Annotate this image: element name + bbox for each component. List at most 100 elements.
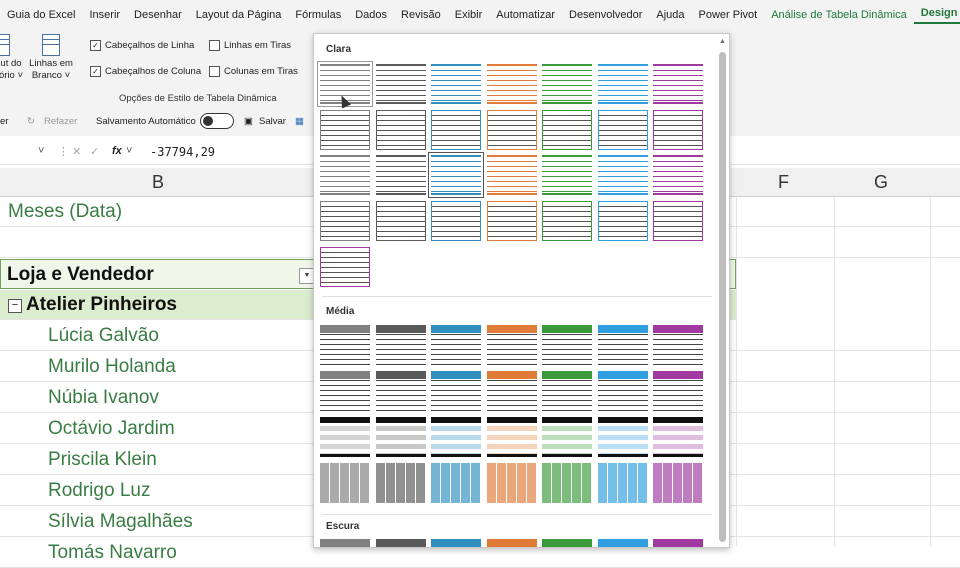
menu-tab[interactable]: Automatizar	[489, 9, 562, 21]
pivot-style-tile[interactable]	[653, 110, 703, 150]
pivot-style-tile[interactable]	[487, 417, 537, 457]
name-box-dropdown-icon[interactable]: ˅	[38, 145, 44, 157]
pivot-style-tile[interactable]	[376, 325, 426, 365]
pivot-style-tile[interactable]	[653, 463, 703, 503]
pivot-style-tile[interactable]	[542, 201, 592, 241]
scrollbar-thumb[interactable]	[719, 52, 726, 542]
pivot-style-tile[interactable]	[653, 64, 703, 104]
menu-tab-pivot-analysis[interactable]: Análise de Tabela Dinâmica	[764, 9, 914, 21]
months-filter-label[interactable]: Meses (Data)	[8, 201, 122, 223]
pivot-style-tile[interactable]	[542, 463, 592, 503]
column-header-f[interactable]: F	[778, 172, 789, 193]
scroll-up-icon[interactable]: ▲	[718, 38, 727, 48]
menu-tab[interactable]: Ajuda	[649, 9, 691, 21]
pivot-style-tile[interactable]	[598, 325, 648, 365]
pivot-style-tile[interactable]	[320, 539, 370, 547]
pivot-style-tile[interactable]	[598, 155, 648, 195]
pivot-style-tile[interactable]	[376, 539, 426, 547]
vendor-name[interactable]: Octávio Jardim	[48, 418, 175, 440]
pivot-style-tile[interactable]	[598, 64, 648, 104]
pivot-style-tile[interactable]	[487, 371, 537, 411]
pivot-style-tile[interactable]	[431, 371, 481, 411]
menu-tab[interactable]: Exibir	[448, 9, 490, 21]
pivot-style-tile[interactable]	[487, 110, 537, 150]
more-options-icon[interactable]: ⋮	[58, 145, 69, 158]
formula-input[interactable]: -37794,29	[150, 145, 215, 159]
pivot-style-tile[interactable]	[653, 417, 703, 457]
pivot-style-tile[interactable]	[542, 110, 592, 150]
report-layout-button[interactable]: ut do ório ˅	[0, 34, 24, 82]
menu-tab[interactable]: Power Pivot	[692, 9, 765, 21]
insert-function-button[interactable]: fx	[112, 145, 122, 157]
pivot-style-tile[interactable]	[598, 539, 648, 547]
pivot-style-tile[interactable]	[542, 325, 592, 365]
pivot-style-tile[interactable]	[376, 371, 426, 411]
vendor-name[interactable]: Priscila Klein	[48, 449, 157, 471]
vendor-name[interactable]: Murilo Holanda	[48, 356, 176, 378]
pivot-style-tile[interactable]	[598, 201, 648, 241]
menu-tab[interactable]: Fórmulas	[288, 9, 348, 21]
pivot-style-tile[interactable]	[487, 463, 537, 503]
gallery-scrollbar[interactable]: ▲	[718, 38, 727, 543]
pivot-style-tile[interactable]	[487, 201, 537, 241]
pivot-style-tile[interactable]	[320, 247, 370, 287]
fx-dropdown-icon[interactable]: ˅	[126, 145, 132, 157]
pivot-style-tile[interactable]	[376, 463, 426, 503]
menu-tab[interactable]: Desenvolvedor	[562, 9, 649, 21]
pivot-style-tile[interactable]	[653, 539, 703, 547]
pivot-style-tile[interactable]	[431, 539, 481, 547]
pivot-style-tile[interactable]	[376, 110, 426, 150]
store-vendor-header[interactable]: Loja e Vendedor	[7, 264, 154, 286]
pivot-style-tile[interactable]	[598, 417, 648, 457]
pivot-style-tile[interactable]	[598, 371, 648, 411]
banded-rows-checkbox[interactable]: Linhas em Tiras	[209, 40, 291, 51]
pivot-style-tile[interactable]	[487, 155, 537, 195]
pivot-style-tile[interactable]	[376, 155, 426, 195]
pivot-style-tile[interactable]	[428, 152, 484, 198]
vendor-name[interactable]: Lúcia Galvão	[48, 325, 159, 347]
pivot-style-tile[interactable]	[542, 417, 592, 457]
row-headers-checkbox[interactable]: ✓ Cabeçalhos de Linha	[90, 40, 194, 51]
blank-rows-button[interactable]: Linhas em Branco ˅	[26, 34, 76, 82]
pivot-style-tile[interactable]	[598, 110, 648, 150]
column-header-b[interactable]: B	[152, 172, 164, 193]
menu-tab[interactable]: Revisão	[394, 9, 448, 21]
pivot-style-tile[interactable]	[487, 325, 537, 365]
menu-tab[interactable]: Dados	[348, 9, 394, 21]
pivot-style-tile[interactable]	[653, 371, 703, 411]
vendor-name[interactable]: Núbia Ivanov	[48, 387, 159, 409]
collapse-icon[interactable]: −	[8, 299, 22, 313]
menu-tab[interactable]: Layout da Página	[189, 9, 289, 21]
vendor-name[interactable]: Sílvia Magalhães	[48, 511, 193, 533]
pivot-style-tile[interactable]	[653, 201, 703, 241]
pivot-style-tile[interactable]	[542, 155, 592, 195]
pivot-style-tile[interactable]	[653, 325, 703, 365]
pivot-style-tile[interactable]	[542, 371, 592, 411]
pivot-style-tile[interactable]	[653, 155, 703, 195]
pivot-style-tile[interactable]	[598, 463, 648, 503]
pivot-style-tile[interactable]	[431, 110, 481, 150]
table-icon[interactable]: ▦	[295, 116, 304, 127]
pivot-style-tile[interactable]	[542, 64, 592, 104]
pivot-style-tile[interactable]	[376, 64, 426, 104]
pivot-style-tile[interactable]	[487, 539, 537, 547]
pivot-style-tile[interactable]	[320, 463, 370, 503]
pivot-style-tile[interactable]	[320, 155, 370, 195]
pivot-style-tile[interactable]	[431, 201, 481, 241]
menu-tab[interactable]: Guia do Excel	[0, 9, 82, 21]
pivot-style-tile[interactable]	[320, 325, 370, 365]
banded-cols-checkbox[interactable]: Colunas em Tiras	[209, 66, 298, 77]
menu-tab[interactable]: Inserir	[82, 9, 127, 21]
pivot-style-tile[interactable]	[320, 110, 370, 150]
save-icon[interactable]: ▣	[244, 116, 253, 127]
vendor-name[interactable]: Rodrigo Luz	[48, 480, 150, 502]
pivot-style-tile[interactable]	[431, 325, 481, 365]
pivot-style-tile[interactable]	[320, 417, 370, 457]
pivot-style-tile[interactable]	[376, 417, 426, 457]
vendor-name[interactable]: Tomás Navarro	[48, 542, 177, 564]
autosave-toggle[interactable]	[200, 113, 234, 129]
pivot-style-tile[interactable]	[487, 64, 537, 104]
column-header-g[interactable]: G	[874, 172, 888, 193]
pivot-style-tile[interactable]	[431, 417, 481, 457]
cancel-icon[interactable]: ✕	[72, 145, 81, 158]
